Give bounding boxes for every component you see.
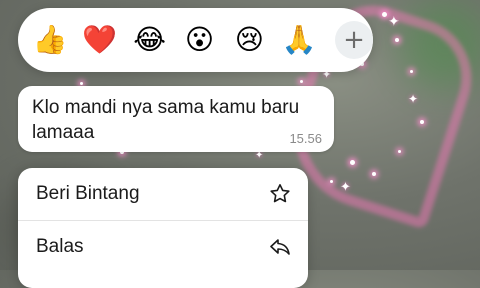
reaction-praying-hands[interactable]: 🙏 <box>281 22 317 58</box>
plus-icon: + <box>343 25 365 55</box>
message-bubble[interactable]: Klo mandi nya sama kamu baru lamaaa 15.5… <box>18 86 334 152</box>
menu-item-star-label: Beri Bintang <box>36 183 140 204</box>
more-reactions-button[interactable]: + <box>335 21 373 59</box>
star-icon <box>270 184 290 203</box>
menu-item-star[interactable]: Beri Bintang <box>18 168 308 220</box>
message-timestamp: 15.56 <box>289 131 322 146</box>
reaction-laughing[interactable]: 😂 <box>132 22 168 58</box>
reaction-crying[interactable]: 😢 <box>231 22 267 58</box>
menu-item-reply[interactable]: Balas <box>18 220 308 272</box>
reply-icon <box>270 238 290 255</box>
menu-item-reply-label: Balas <box>36 235 84 257</box>
reaction-thumbs-up[interactable]: 👍 <box>32 22 68 58</box>
reaction-surprised[interactable]: 😮 <box>182 22 218 58</box>
message-context-menu: Beri Bintang Balas <box>18 168 308 288</box>
message-text: Klo mandi nya sama kamu baru lamaaa <box>32 97 300 143</box>
reaction-heart[interactable]: ❤️ <box>82 22 118 58</box>
reaction-bar: 👍 ❤️ 😂 😮 😢 🙏 + <box>18 8 373 72</box>
